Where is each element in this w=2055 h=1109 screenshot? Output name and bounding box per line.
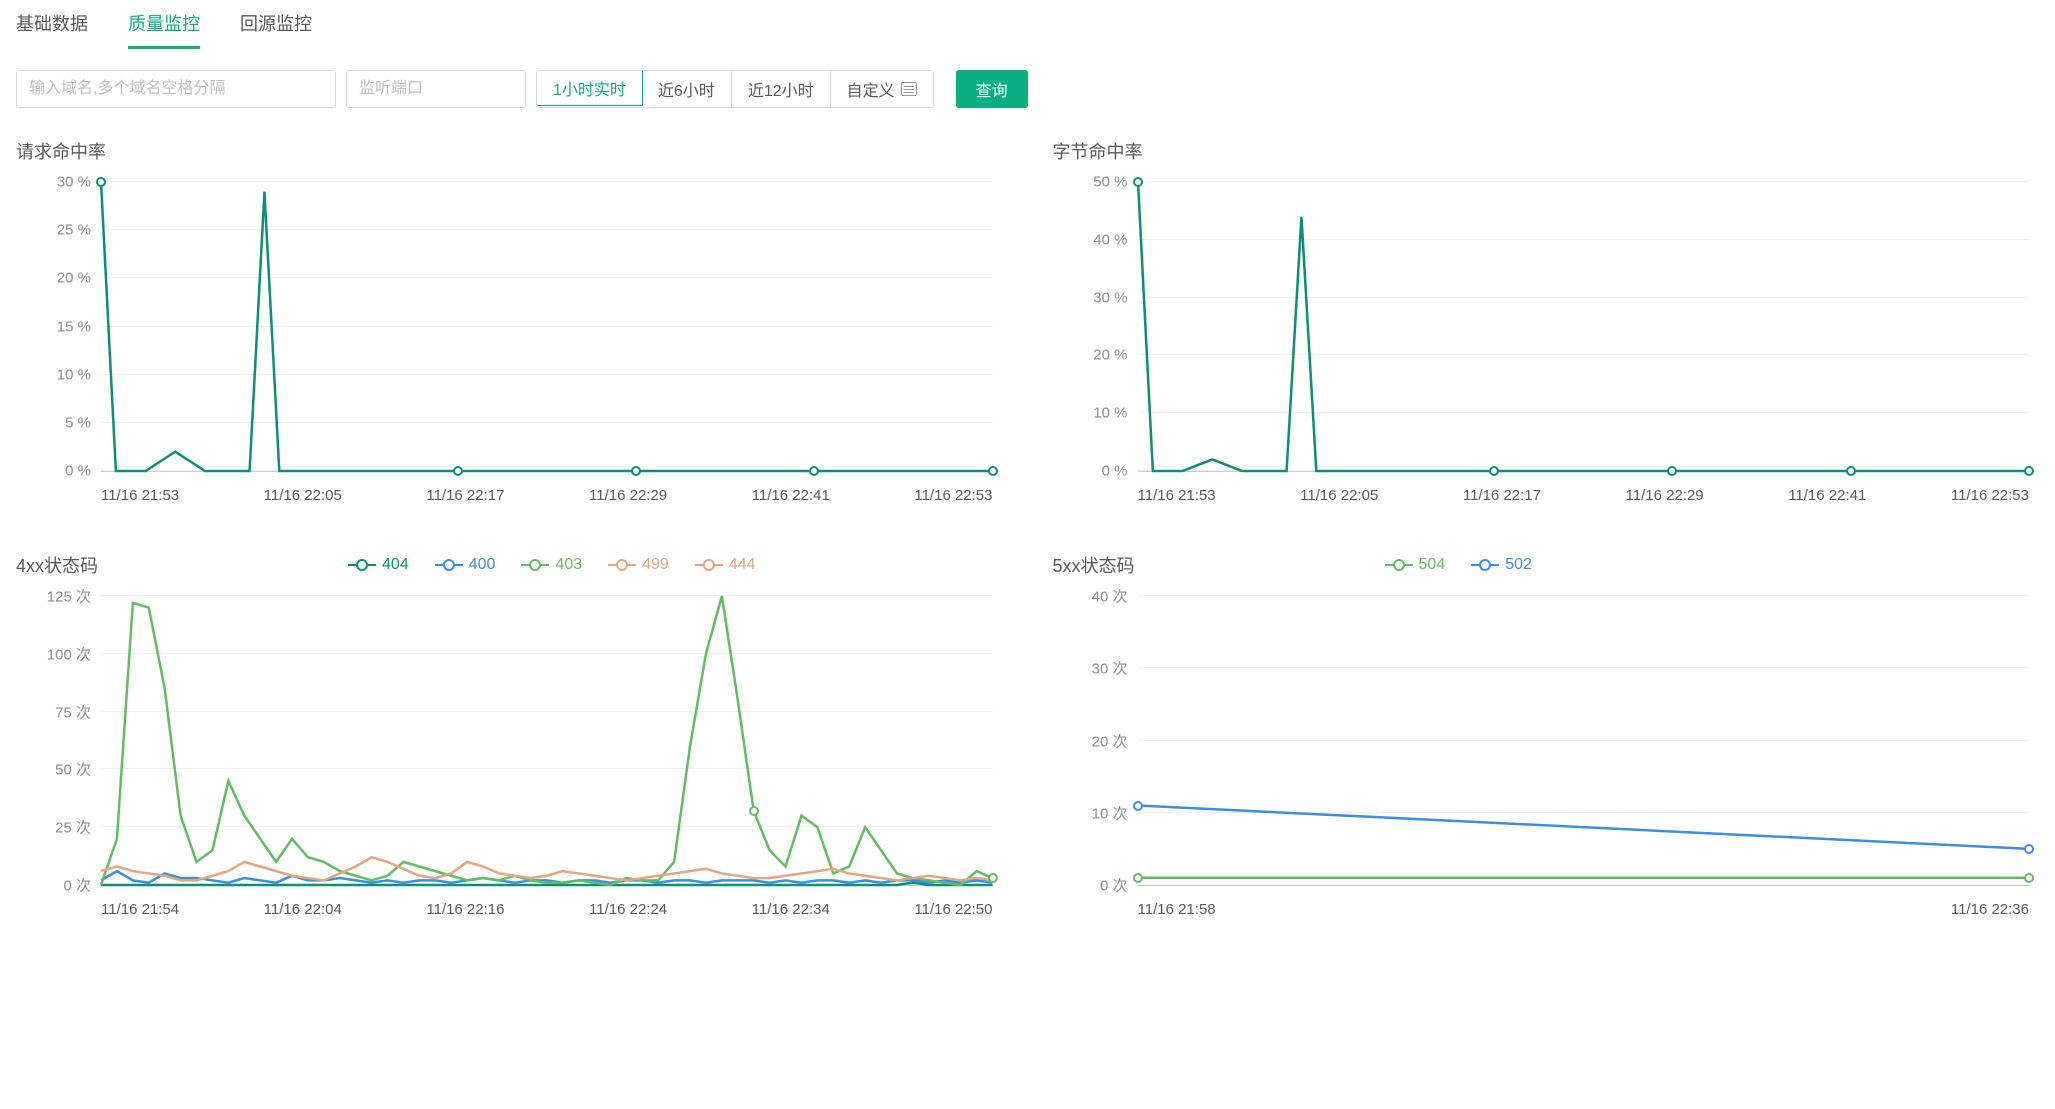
legend-5xx: 504 502: [1385, 556, 1532, 574]
filter-bar: 1小时实时 近6小时 近12小时 自定义 查询: [16, 70, 2039, 108]
range-custom-label: 自定义: [847, 77, 895, 101]
chart-title: 请求命中率: [16, 138, 1003, 164]
chart-byte-hit-rate: 字节命中率 0 %10 %20 %30 %40 %50 %11/16 21:53…: [1053, 138, 2040, 512]
range-12h[interactable]: 近12小时: [732, 71, 831, 107]
tab-quality-monitor[interactable]: 质量监控: [128, 0, 200, 49]
legend-label: 403: [555, 556, 582, 574]
legend-item-403[interactable]: 403: [521, 556, 582, 574]
tab-basic-data[interactable]: 基础数据: [16, 0, 88, 49]
legend-label: 502: [1505, 556, 1532, 574]
legend-label: 444: [729, 556, 756, 574]
calendar-icon: [901, 82, 917, 96]
legend-item-499[interactable]: 499: [608, 556, 669, 574]
chart-5xx-status: 5xx状态码 504 502 0 次10 次20 次30 次40 次11/16 …: [1053, 552, 2040, 926]
domain-input[interactable]: [16, 70, 336, 108]
chart-4xx-status: 4xx状态码 404 400 403 499 444 0 次25 次50 次75…: [16, 552, 1003, 926]
legend-label: 400: [469, 556, 496, 574]
range-custom[interactable]: 自定义: [831, 71, 933, 107]
tab-origin-monitor[interactable]: 回源监控: [240, 0, 312, 49]
legend-label: 504: [1419, 556, 1446, 574]
legend-label: 499: [642, 556, 669, 574]
range-6h[interactable]: 近6小时: [642, 71, 732, 107]
legend-item-502[interactable]: 502: [1471, 556, 1532, 574]
legend-4xx: 404 400 403 499 444: [348, 556, 756, 574]
chart-title: 5xx状态码: [1053, 552, 1135, 578]
chart-title: 4xx状态码: [16, 552, 98, 578]
range-1h-realtime[interactable]: 1小时实时: [536, 70, 643, 106]
legend-item-504[interactable]: 504: [1385, 556, 1446, 574]
legend-item-444[interactable]: 444: [695, 556, 756, 574]
chart-title: 字节命中率: [1053, 138, 2040, 164]
legend-item-400[interactable]: 400: [435, 556, 496, 574]
query-button[interactable]: 查询: [956, 70, 1028, 108]
port-input[interactable]: [346, 70, 526, 108]
time-range-group: 1小时实时 近6小时 近12小时 自定义: [536, 70, 934, 108]
legend-label: 404: [382, 556, 409, 574]
chart-request-hit-rate: 请求命中率 0 %5 %10 %15 %20 %25 %30 %11/16 21…: [16, 138, 1003, 512]
legend-item-404[interactable]: 404: [348, 556, 409, 574]
tab-bar: 基础数据 质量监控 回源监控: [16, 0, 2039, 50]
